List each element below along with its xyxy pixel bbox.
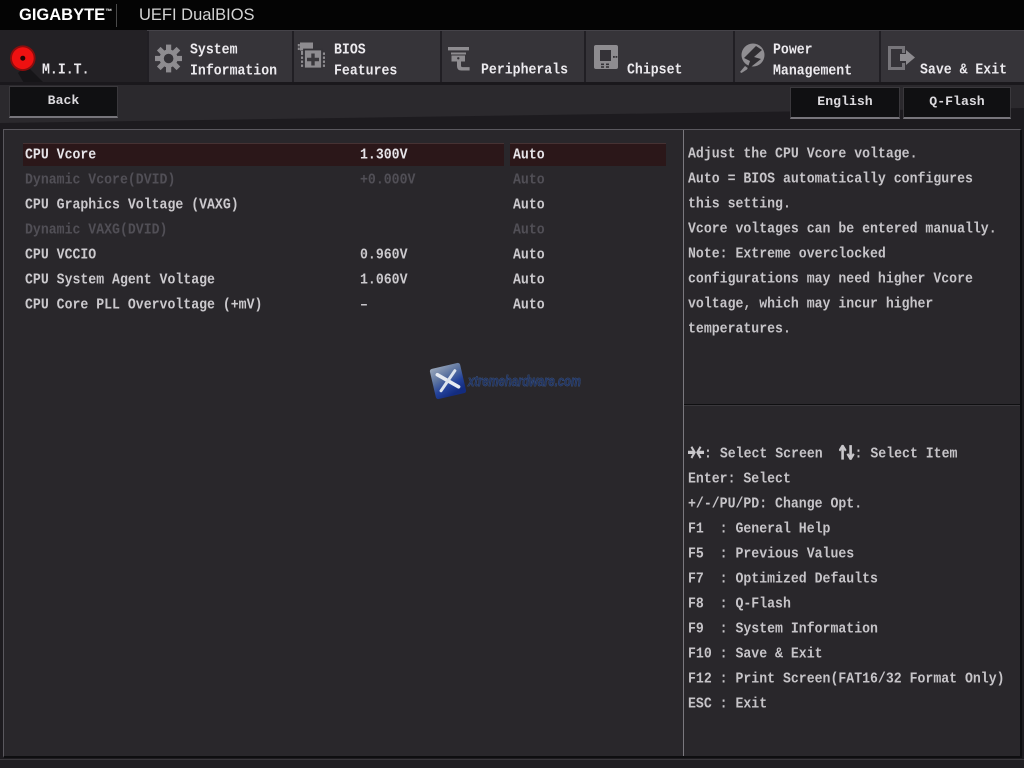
svg-text:xtremehardware.com: xtremehardware.com xyxy=(467,374,581,390)
